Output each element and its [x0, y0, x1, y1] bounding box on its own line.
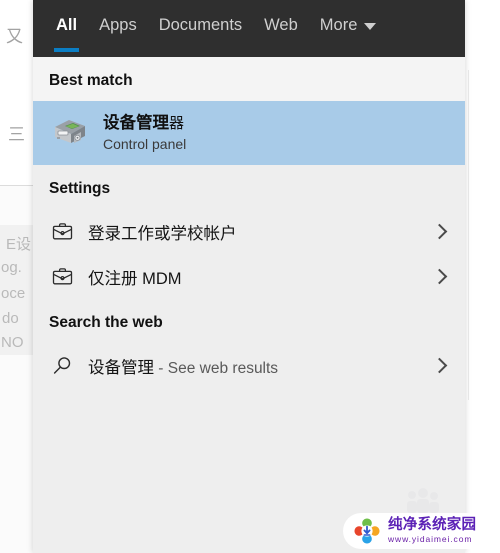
- briefcase-icon: [49, 222, 75, 241]
- chevron-right-icon: [431, 268, 448, 285]
- site-watermark: 纯净系统家园 www.yidaimei.com: [343, 513, 500, 549]
- section-heading-search-the-web: Search the web: [49, 314, 163, 331]
- background-text-fragment: E设: [6, 236, 32, 253]
- device-manager-icon: [49, 112, 91, 154]
- background-right-panel: [468, 70, 500, 400]
- web-search-suffix: See web results: [167, 359, 279, 377]
- windows-search-flyout: All Apps Documents Web More Best match 设…: [33, 0, 465, 553]
- watermark-logo-icon: [353, 517, 381, 545]
- background-text-fragment: 三: [8, 125, 25, 144]
- tab-web-label: Web: [264, 16, 298, 34]
- settings-item-work-school-account[interactable]: 登录工作或学校帐户: [33, 209, 465, 254]
- background-text-fragment: NO: [1, 334, 24, 351]
- tab-apps[interactable]: Apps: [88, 0, 148, 50]
- best-match-title-bold: 设备管理: [103, 113, 169, 132]
- tab-documents[interactable]: Documents: [148, 0, 253, 50]
- settings-item-mdm-enroll-only[interactable]: 仅注册 MDM: [33, 254, 465, 299]
- section-heading-best-match: Best match: [33, 57, 465, 101]
- best-match-title-tail: 器: [169, 114, 185, 132]
- search-tab-bar: All Apps Documents Web More: [33, 0, 465, 57]
- watermark-text: 纯净系统家园 www.yidaimei.com: [388, 516, 477, 545]
- settings-item-label: 登录工作或学校帐户: [88, 224, 237, 243]
- settings-item-label: 仅注册 MDM: [88, 269, 182, 288]
- tab-list: All Apps Documents Web More: [33, 0, 465, 52]
- best-match-text: 设备管理器 Control panel: [103, 113, 186, 153]
- tab-all-label: All: [56, 16, 78, 34]
- background-text-fragment: 又: [6, 27, 23, 46]
- briefcase-icon: [49, 267, 75, 286]
- search-icon: [49, 355, 75, 376]
- best-match-subtitle: Control panel: [103, 135, 187, 152]
- tab-apps-label: Apps: [99, 16, 137, 34]
- background-text-fragment: oce: [1, 285, 26, 302]
- web-search-item[interactable]: 设备管理 - See web results: [33, 343, 465, 388]
- web-search-query: 设备管理: [88, 358, 154, 377]
- best-match-result-device-manager[interactable]: 设备管理器 Control panel: [33, 101, 465, 165]
- background-text-fragment: do: [2, 310, 19, 327]
- web-search-separator: -: [154, 359, 168, 377]
- search-results-body: Best match 设备管理器 Control panel Settings …: [33, 57, 465, 553]
- watermark-site-url: www.yidaimei.com: [388, 534, 473, 545]
- tab-web[interactable]: Web: [253, 0, 309, 50]
- tab-all[interactable]: All: [45, 0, 88, 52]
- tab-more[interactable]: More: [309, 0, 388, 50]
- chevron-down-icon: [364, 22, 377, 30]
- chevron-right-icon: [431, 223, 448, 240]
- active-tab-indicator: [54, 48, 80, 52]
- section-heading-settings: Settings: [49, 180, 111, 197]
- background-text-fragment: og.: [1, 259, 22, 276]
- tab-more-label: More: [319, 16, 358, 34]
- chevron-right-icon: [431, 357, 448, 374]
- watermark-site-name: 纯净系统家园: [388, 516, 477, 533]
- web-search-label: 设备管理 - See web results: [88, 354, 434, 378]
- background-left-strip: 又 三 E设 og. oce do NO: [0, 0, 34, 553]
- best-match-title: 设备管理器: [103, 113, 186, 134]
- tab-documents-label: Documents: [158, 16, 243, 34]
